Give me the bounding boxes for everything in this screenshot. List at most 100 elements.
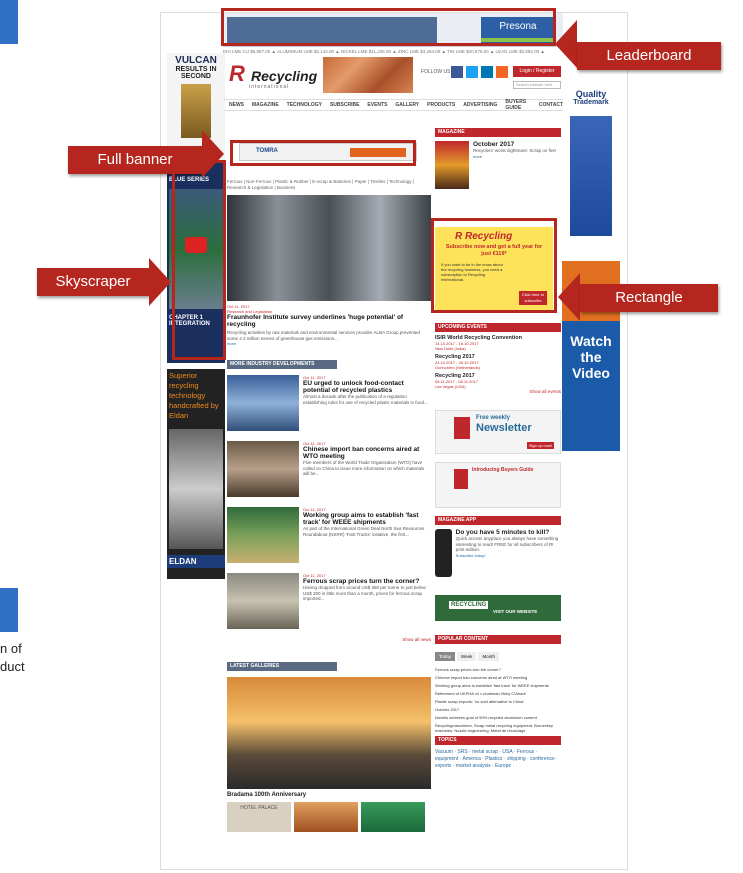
- list-item[interactable]: Retirement of UKPHA v4 v chairman Vikky …: [435, 691, 561, 696]
- nav-magazine[interactable]: MAGAZINE: [252, 102, 279, 108]
- list-item[interactable]: Oct 11, 2017 EU urged to unlock food-con…: [227, 375, 431, 437]
- more-dev-heading: MORE INDUSTRY DEVELOPMENTS: [227, 360, 337, 369]
- list-item[interactable]: Working group aims to establish 'fast tr…: [435, 683, 561, 688]
- main-nav: NEWS MAGAZINE TECHNOLOGY SUBSCRIBE EVENT…: [223, 99, 563, 111]
- vulcan-logo: VULCAN: [175, 55, 217, 66]
- main-column: TOMRA Ferrous | Non-Ferrous | Plastic & …: [227, 113, 431, 832]
- list-item[interactable]: Novelis achieves goal of 50% recycled al…: [435, 715, 561, 720]
- gallery-photo[interactable]: [227, 677, 431, 789]
- nav-products[interactable]: PRODUCTS: [427, 102, 455, 108]
- gallery-thumb[interactable]: HOTEL PALACE: [227, 802, 291, 832]
- skyscraper-callout: Skyscraper: [37, 268, 149, 296]
- magazine-cover: [435, 141, 469, 189]
- nav-advertising[interactable]: ADVERTISING: [463, 102, 497, 108]
- list-item[interactable]: Recyclingmaschinen, Scrap metal recyclin…: [435, 723, 561, 733]
- story-title[interactable]: Working group aims to establish 'fast tr…: [303, 512, 431, 526]
- magazine-block[interactable]: October 2017 Recyclers' worst nightmare:…: [435, 141, 561, 189]
- list-item[interactable]: Oct 11, 2017 Chinese import ban concerns…: [227, 441, 431, 503]
- tab-month[interactable]: Month: [478, 652, 499, 661]
- facebook-icon[interactable]: [451, 66, 463, 78]
- nav-technology[interactable]: TECHNOLOGY: [287, 102, 322, 108]
- topic-cloud[interactable]: Vacuum · SRS · metal scrap · USA · Ferro…: [435, 749, 561, 770]
- newsletter-ad[interactable]: Free weekly Newsletter Sign up now!: [435, 410, 561, 454]
- leaderboard-highlight: [221, 8, 556, 46]
- magazine-heading: MAGAZINE: [435, 128, 561, 137]
- list-item[interactable]: October 2017: [435, 707, 561, 712]
- leaderboard-arrow: [555, 20, 577, 68]
- story-title[interactable]: Chinese import ban concerns aired at WTO…: [303, 446, 431, 460]
- story-body: Five members of the World Trade Organiza…: [303, 460, 425, 476]
- list-item[interactable]: Chinese import ban concerns aired at WTO…: [435, 675, 561, 680]
- popular-list: Ferrous scrap prices turn the corner? Ch…: [435, 667, 561, 733]
- vulcan-tagline-2: SECOND: [181, 73, 211, 80]
- banner-logo: RECYCLING: [449, 601, 489, 609]
- trademark-heading: Trademark: [573, 99, 609, 106]
- slide-text-fragment: n of duct: [0, 641, 25, 674]
- slide-accent-bottom: [0, 588, 18, 632]
- list-item[interactable]: Ferrous scrap prices turn the corner?: [435, 667, 561, 672]
- rss-icon[interactable]: [496, 66, 508, 78]
- magazine-more-link[interactable]: more: [473, 154, 556, 159]
- gallery-thumb[interactable]: [294, 802, 358, 832]
- featured-photo[interactable]: [227, 195, 431, 301]
- watch-video-text: Watch the Video: [570, 333, 612, 381]
- app-cta-link[interactable]: Subscribe today!: [456, 553, 561, 558]
- events-heading: UPCOMING EVENTS: [435, 323, 561, 332]
- featured-body: Recycling activities by raw materials an…: [227, 330, 420, 341]
- search-input[interactable]: Search website here: [513, 81, 561, 89]
- show-all-news-link[interactable]: Show all news: [227, 637, 431, 642]
- buyers-guide-title: Introducing Buyers Guide: [472, 467, 534, 473]
- featured-title[interactable]: Fraunhofer Institute survey underlines '…: [227, 314, 431, 328]
- story-thumb: [227, 573, 299, 629]
- featured-more-link[interactable]: more: [227, 341, 431, 346]
- nav-events[interactable]: EVENTS: [367, 102, 387, 108]
- eldan-ad[interactable]: Superior recycling technology handcrafte…: [167, 369, 225, 579]
- quality-trademark-ad[interactable]: Quality Trademark: [562, 53, 620, 253]
- list-item[interactable]: Oct 11, 2017 Working group aims to estab…: [227, 507, 431, 569]
- nav-subscribe[interactable]: SUBSCRIBE: [330, 102, 359, 108]
- story-title[interactable]: EU urged to unlock food-contact potentia…: [303, 380, 431, 394]
- twitter-icon[interactable]: [466, 66, 478, 78]
- event-list: ISIR World Recycling Convention 14.10.20…: [435, 335, 561, 394]
- eldan-tagline: Superior recycling technology handcrafte…: [169, 371, 219, 420]
- vulcan-tagline: RESULTS IN: [175, 66, 217, 73]
- story-list: Oct 11, 2017 EU urged to unlock food-con…: [227, 375, 431, 642]
- story-thumb: [227, 441, 299, 497]
- story-body: As part of the International Green Deal …: [303, 526, 425, 537]
- quality-heading: Quality: [575, 89, 607, 99]
- skyscraper-highlight: [172, 160, 226, 360]
- topics-heading: TOPICS: [435, 736, 561, 745]
- login-register-button[interactable]: Login / Register: [513, 66, 561, 77]
- recycling-website-banner[interactable]: RECYCLING VISIT OUR WEBSITE: [435, 595, 561, 621]
- show-all-events-link[interactable]: Show all events: [435, 389, 561, 394]
- rectangle-callout: Rectangle: [580, 284, 718, 312]
- tab-today[interactable]: Today: [435, 652, 456, 661]
- magazine-issue[interactable]: October 2017: [473, 141, 556, 148]
- app-block[interactable]: Do you have 5 minutes to kill? Quick acc…: [435, 529, 561, 577]
- gallery-thumbs: HOTEL PALACE: [227, 802, 431, 832]
- skyscraper-arrow: [149, 258, 171, 306]
- newsletter-cta[interactable]: Sign up now!: [526, 442, 554, 449]
- event-item[interactable]: Recycling 2017 24.10.2017 - 26.10.2017 G…: [435, 354, 561, 370]
- app-title: Do you have 5 minutes to kill?: [455, 529, 550, 536]
- event-place: Gorinchem (Netherlands): [435, 365, 480, 370]
- leaderboard-callout: Leaderboard: [577, 42, 721, 70]
- nav-contact[interactable]: CONTACT: [539, 102, 563, 108]
- tab-week[interactable]: Week: [457, 652, 477, 661]
- app-heading: MAGAZINE APP: [435, 516, 561, 525]
- gallery-caption[interactable]: Bradama 100th Anniversary: [227, 792, 431, 798]
- gallery-thumb[interactable]: [361, 802, 425, 832]
- nav-gallery[interactable]: GALLERY: [395, 102, 419, 108]
- banner-cta: VISIT OUR WEBSITE: [493, 609, 538, 614]
- nav-news[interactable]: NEWS: [229, 102, 244, 108]
- story-title[interactable]: Ferrous scrap prices turn the corner?: [303, 578, 431, 585]
- category-links[interactable]: Ferrous | Non-Ferrous | Plastic & Rubber…: [227, 179, 431, 191]
- buyers-guide-ad[interactable]: Introducing Buyers Guide: [435, 462, 561, 508]
- list-item[interactable]: Oct 11, 2017 Ferrous scrap prices turn t…: [227, 573, 431, 635]
- nav-buyers-guide[interactable]: BUYERS GUIDE: [505, 99, 531, 111]
- linkedin-icon[interactable]: [481, 66, 493, 78]
- event-item[interactable]: ISIR World Recycling Convention 14.10.20…: [435, 335, 561, 351]
- list-item[interactable]: Plastic scrap exports: 'no sold alternat…: [435, 699, 561, 704]
- rectangle-arrow: [558, 273, 580, 321]
- event-item[interactable]: Recycling 2017 06.11.2017 - 08.11.2017 L…: [435, 373, 561, 389]
